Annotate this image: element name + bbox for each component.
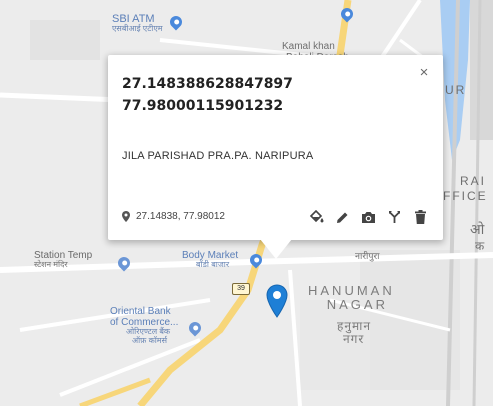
oriental-bank-label[interactable]: Oriental Bank of Commerce... ओरिएण्टल बै… [110,306,178,346]
hanuman-nagar-hi-label: हनुमान नगर [337,319,371,347]
short-coordinates: 27.14838, 77.98012 [136,211,225,222]
location-pin-icon [122,211,130,222]
latitude-value: 27.148388628847897 [122,76,293,92]
directions-icon[interactable] [385,209,403,225]
cut-label-ur: UR [445,83,467,97]
sbi-atm-label[interactable]: SBI ATM एसबीआई एटीएम [112,13,163,34]
info-window-footer: 27.14838, 77.98012 [122,209,429,225]
cut-label-hi: ओ [470,221,487,237]
naripura-label: नारीपुरा [355,251,380,261]
longitude-value: 77.98000115901232 [122,98,284,114]
pencil-icon[interactable] [333,209,351,225]
info-window-tail [260,239,292,259]
paint-bucket-icon[interactable] [307,209,325,225]
location-summary: 27.14838, 77.98012 [122,211,225,222]
hanuman-nagar-label: HANUMAN NAGAR [308,283,395,313]
close-icon[interactable]: × [417,65,431,81]
cut-label-rai: RAI [460,174,487,188]
info-window-toolbar [299,209,429,225]
place-name: JILA PARISHAD PRA.PA. NARIPURA [122,150,314,162]
coordinates-title: 27.148388628847897 77.98000115901232 [122,73,293,117]
station-temple-label[interactable]: Station Temp स्टेशन मंदिर [34,250,92,270]
info-window: × 27.148388628847897 77.98000115901232 J… [108,55,443,259]
route-39-shield: 39 [232,283,250,295]
body-market-label[interactable]: Body Market बॉडी बाजार [182,250,238,270]
cut-label-fice: FFICE [443,189,488,203]
trash-icon[interactable] [411,209,429,225]
camera-icon[interactable] [359,209,377,225]
cut-label-hi-2: क [475,239,487,253]
selected-location-marker-icon[interactable] [266,284,288,320]
